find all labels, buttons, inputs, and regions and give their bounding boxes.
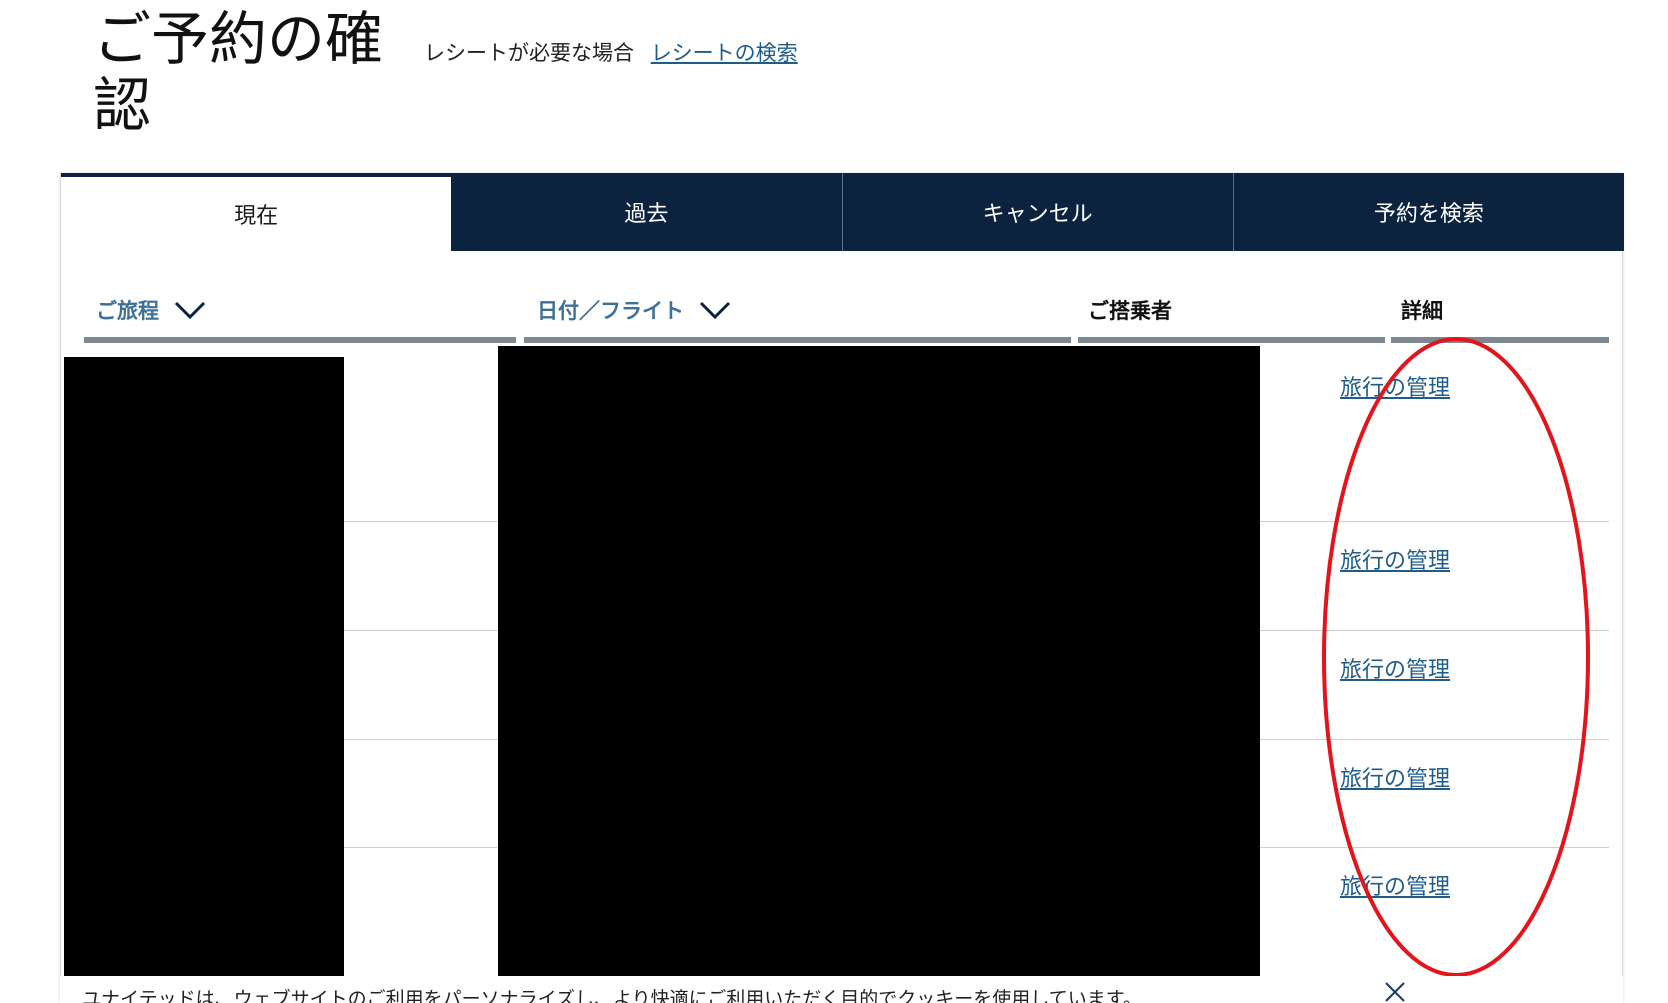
chevron-down-icon [174,301,206,320]
column-header-passengers-label: ご搭乗者 [1088,299,1172,323]
tab-search-reservation[interactable]: 予約を検索 [1232,173,1624,251]
receipt-line: レシートが必要な場合 レシートの検索 [424,38,798,68]
column-header-date-flight-label: 日付／フライト [537,299,684,323]
manage-trip-link[interactable]: 旅行の管理 [1340,370,1450,402]
cookie-banner-text: ユナイテッドは、ウェブサイトのご利用をパーソナライズし、より快適にご利用いただく… [82,988,1142,1003]
column-header-details: 詳細 [1391,287,1609,343]
redacted-itinerary-block [64,357,344,1003]
column-header-itinerary-label: ご旅程 [96,299,159,323]
column-header-passengers: ご搭乗者 [1078,287,1385,343]
tab-cancelled[interactable]: キャンセル [841,173,1233,251]
receipt-search-link[interactable]: レシートの検索 [651,41,798,65]
manage-trip-link[interactable]: 旅行の管理 [1340,761,1450,793]
redacted-flight-passenger-block [498,346,1260,1003]
close-icon[interactable] [1383,980,1407,1003]
tab-past[interactable]: 過去 [451,173,842,251]
tab-current[interactable]: 現在 [61,173,452,251]
manage-trip-link[interactable]: 旅行の管理 [1340,543,1450,575]
column-header-details-label: 詳細 [1401,299,1443,323]
manage-trip-link[interactable]: 旅行の管理 [1340,869,1450,901]
page-title: ご予約の確認 [93,5,384,139]
receipt-prompt: レシートが必要な場合 [424,41,634,65]
column-header-itinerary[interactable]: ご旅程 [84,287,516,343]
reservation-tabs: 現在 過去 キャンセル 予約を検索 [61,173,1624,251]
manage-trip-link[interactable]: 旅行の管理 [1340,652,1450,684]
chevron-down-icon [699,301,731,320]
column-header-date-flight[interactable]: 日付／フライト [524,287,1071,343]
